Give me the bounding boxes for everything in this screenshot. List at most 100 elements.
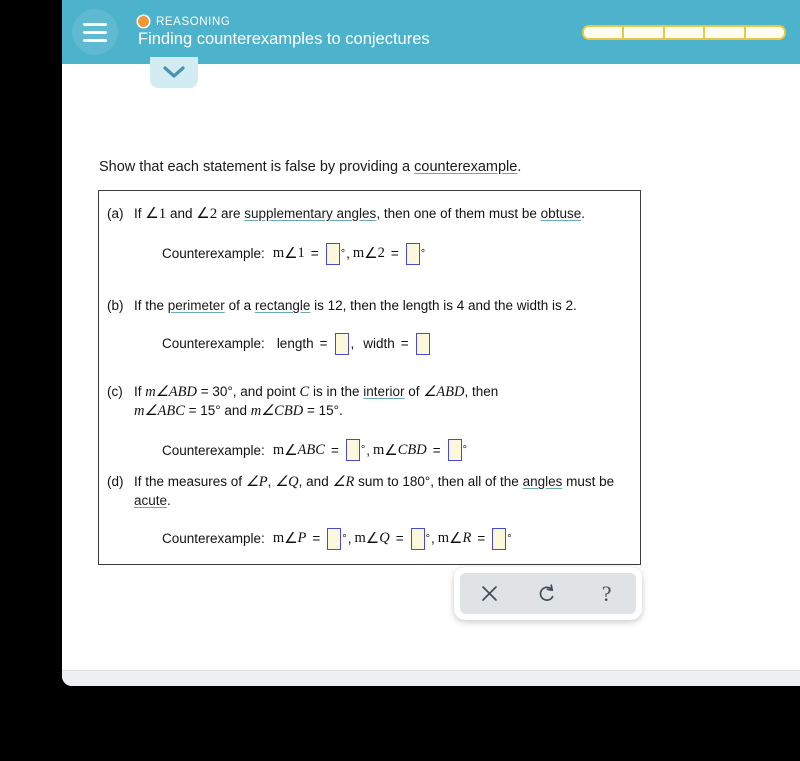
progress-segment (705, 26, 746, 38)
interior-link[interactable]: interior (363, 384, 404, 399)
question-statement: (b) If the perimeter of a rectangle is 1… (107, 297, 634, 315)
angle-symbol: ∠ABC (144, 403, 185, 420)
degree-unit: ° (342, 532, 347, 545)
rectangle-link[interactable]: rectangle (255, 298, 311, 313)
answer-row: Counterexample: length =, width = (162, 332, 634, 355)
text-part: , then (464, 384, 499, 399)
angle-symbol: ∠ (364, 246, 378, 263)
equals-sign: = (330, 442, 339, 458)
hamburger-bar (83, 22, 107, 26)
question-text: If m∠ABD = 30°, and point C is in the in… (134, 383, 634, 421)
separator: , (350, 336, 355, 352)
angle-symbol: ∠ (284, 246, 298, 263)
answer-input-length[interactable] (334, 332, 349, 355)
measure-prefix: m (145, 384, 156, 400)
answer-input-width[interactable] (415, 332, 430, 355)
questions-box: (a) If ∠1 and ∠2 are supplementary angle… (98, 190, 641, 565)
separator: , (347, 531, 352, 547)
point-name: C (299, 384, 310, 400)
angle-symbol: ∠CBD (261, 403, 304, 420)
text-part: must be (562, 474, 615, 489)
question-statement: (c) If m∠ABD = 30°, and point C is in th… (107, 383, 634, 421)
text-part: If the measures of (134, 474, 246, 489)
measure-prefix: m (373, 441, 385, 458)
angle-symbol: ∠1 (145, 206, 167, 222)
counterexample-label: Counterexample: (162, 442, 265, 458)
separator: , (366, 442, 370, 458)
length-label: length (276, 336, 314, 352)
perimeter-link[interactable]: perimeter (168, 298, 225, 313)
angle-symbol: ∠ (284, 531, 298, 548)
text-part: = 15° and (184, 403, 251, 419)
answer-input-m-angle-cbd[interactable] (447, 439, 462, 462)
collapse-panel-tab[interactable] (150, 57, 198, 88)
help-button[interactable]: ? (585, 573, 629, 614)
angle-symbol: ∠ (284, 442, 298, 459)
equals-sign: = (400, 336, 409, 352)
progress-segment (624, 26, 665, 38)
equals-sign: = (312, 531, 321, 547)
angle-name: 1 (297, 245, 305, 262)
progress-segment (664, 26, 706, 38)
question-label: (d) (107, 474, 124, 489)
progress-segment (584, 26, 625, 38)
counterexample-link[interactable]: counterexample (414, 159, 517, 175)
hamburger-menu-icon[interactable] (72, 9, 118, 55)
equals-sign: = (477, 531, 486, 547)
equals-sign: = (395, 531, 404, 547)
acute-link[interactable]: acute (134, 493, 167, 508)
text-part: is in the (309, 384, 364, 399)
answer-input-m-angle-abc[interactable] (345, 439, 360, 462)
text-part: If the (134, 298, 168, 313)
width-label: width (363, 336, 395, 352)
app-header: REASONING Finding counterexamples to con… (62, 0, 800, 64)
answer-input-m-angle-r[interactable] (492, 527, 507, 550)
answer-toolbar-inner: ? (460, 573, 636, 614)
question-item-d: (d) If the measures of ∠P, ∠Q, and ∠R su… (107, 473, 634, 550)
counterexample-label: Counterexample: (162, 246, 265, 262)
counterexample-label: Counterexample: (162, 531, 265, 547)
question-item-a: (a) If ∠1 and ∠2 are supplementary angle… (107, 205, 634, 265)
text-part: If (134, 206, 146, 221)
lesson-body: Show that each statement is false by pro… (62, 64, 800, 686)
obtuse-link[interactable]: obtuse (541, 206, 582, 221)
answer-input-m-angle-p[interactable] (327, 527, 342, 550)
degree-unit: ° (425, 532, 430, 545)
angle-name: R (462, 530, 472, 547)
answer-input-m-angle-1[interactable] (325, 242, 340, 265)
answer-input-m-angle-q[interactable] (410, 527, 425, 550)
clear-answer-button[interactable] (467, 573, 511, 614)
hamburger-bar (83, 30, 107, 34)
header-text-group: REASONING Finding counterexamples to con… (138, 16, 582, 49)
angle-name: CBD (397, 441, 427, 458)
progress-segment (745, 26, 784, 38)
reasoning-badge-label: REASONING (156, 15, 231, 28)
text-part: is 12, then the length is 4 and the widt… (310, 298, 577, 313)
answer-toolbar: ? (454, 567, 642, 620)
instruction-prefix: Show that each statement is false by pro… (99, 159, 415, 175)
angle-symbol: ∠ABD (423, 384, 465, 400)
answer-input-m-angle-2[interactable] (405, 242, 420, 265)
question-item-b: (b) If the perimeter of a rectangle is 1… (107, 297, 634, 355)
text-part: , and (298, 474, 333, 489)
angle-symbol: ∠P (245, 474, 268, 490)
text-part: of a (224, 298, 255, 313)
angles-link[interactable]: angles (523, 474, 563, 489)
action-bar: Explanation Check (62, 670, 800, 686)
angle-symbol: ∠ (449, 531, 463, 548)
question-label: (c) (107, 384, 123, 399)
separator: , (346, 246, 350, 262)
angle-name: Q (379, 530, 390, 547)
equals-sign: = (310, 246, 319, 262)
degree-unit: ° (340, 247, 346, 260)
question-label: (a) (107, 206, 124, 221)
supplementary-angles-link[interactable]: supplementary angles (244, 206, 376, 221)
equals-sign: = (319, 336, 328, 352)
close-x-icon (481, 586, 497, 601)
undo-button[interactable] (526, 573, 570, 614)
measure-prefix: m (272, 530, 285, 547)
measure-prefix: m (437, 530, 450, 547)
progress-bar (582, 24, 786, 40)
measure-prefix: m (134, 403, 145, 420)
angle-name: 2 (377, 245, 385, 262)
